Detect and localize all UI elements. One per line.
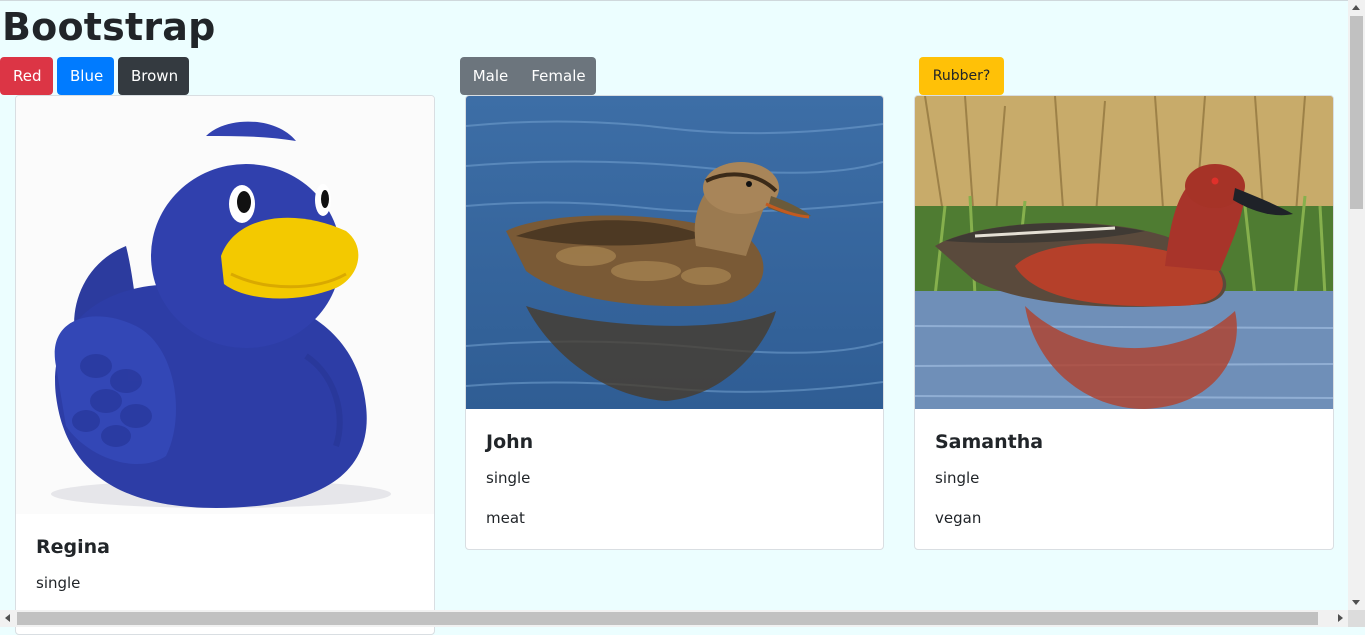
male-filter-button[interactable]: Male <box>460 57 521 95</box>
red-filter-button[interactable]: Red <box>0 57 53 95</box>
scroll-up-icon[interactable] <box>1352 5 1360 10</box>
scrollbar-corner <box>1348 610 1365 627</box>
page-title: Bootstrap <box>2 5 216 49</box>
card-title: Regina <box>36 536 110 558</box>
card-diet: meat <box>486 509 525 527</box>
vertical-scroll-thumb[interactable] <box>1350 16 1363 209</box>
gender-button-group: Male Female <box>460 57 596 95</box>
duck-card-john: John single meat <box>465 95 884 550</box>
duck-card-samantha: Samantha single vegan <box>914 95 1334 550</box>
horizontal-scroll-thumb[interactable] <box>17 612 1318 625</box>
card-title: John <box>486 431 534 453</box>
cinnamon-teal-duck-image <box>915 96 1333 409</box>
card-status: single <box>935 469 980 487</box>
scroll-down-icon[interactable] <box>1352 600 1360 605</box>
card-status: single <box>486 469 531 487</box>
card-diet: vegan <box>935 509 982 527</box>
horizontal-scrollbar[interactable] <box>0 610 1348 627</box>
rubber-filter-button[interactable]: Rubber? <box>919 57 1004 95</box>
duck-card-regina: Regina single <box>15 95 435 635</box>
mallard-duck-image <box>466 96 883 409</box>
rubber-duck-image <box>16 96 434 514</box>
scroll-left-icon[interactable] <box>5 614 10 622</box>
card-title: Samantha <box>935 431 1044 453</box>
window-top-border <box>0 0 1365 1</box>
blue-filter-button[interactable]: Blue <box>57 57 114 95</box>
female-filter-button[interactable]: Female <box>521 57 596 95</box>
brown-filter-button[interactable]: Brown <box>118 57 189 95</box>
scroll-right-icon[interactable] <box>1338 614 1343 622</box>
card-status: single <box>36 574 81 592</box>
vertical-scrollbar[interactable] <box>1348 0 1365 610</box>
